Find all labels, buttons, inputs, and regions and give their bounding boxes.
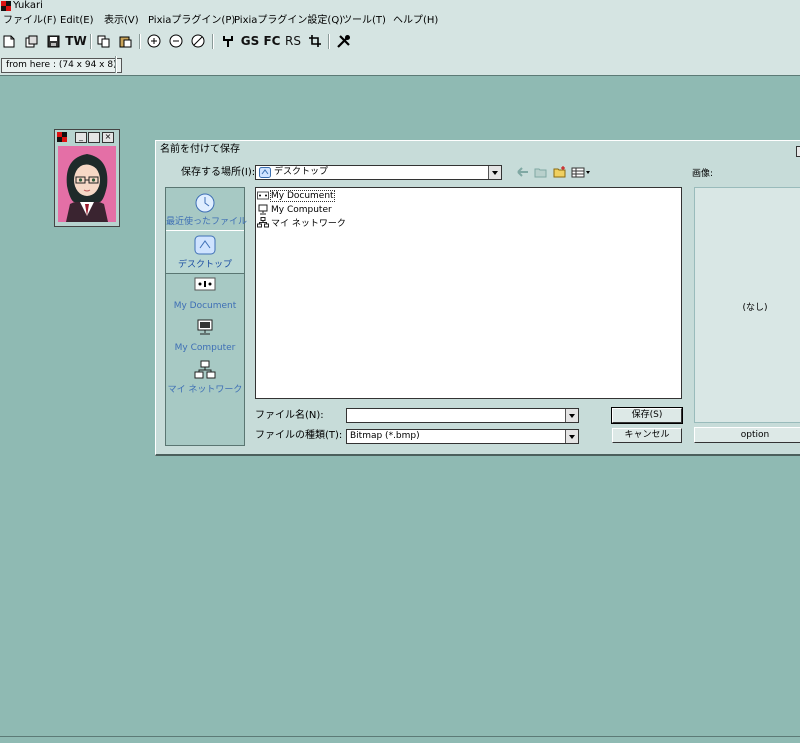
file-item-my-computer[interactable]: My Computer <box>257 203 332 216</box>
place-recent[interactable]: 最近使ったファイル <box>166 188 248 230</box>
my-documents-icon <box>257 191 269 200</box>
app-icon <box>1 1 11 11</box>
up-folder-icon[interactable] <box>534 165 547 179</box>
recent-icon <box>195 193 215 213</box>
new-folder-icon[interactable] <box>553 165 567 179</box>
status-separator <box>115 56 117 73</box>
my-documents-icon <box>194 277 216 291</box>
rs-button[interactable]: RS <box>284 33 302 49</box>
minimize-icon[interactable]: _ <box>75 132 87 143</box>
fc-button[interactable]: FC <box>263 33 281 49</box>
gs-button[interactable]: GS <box>240 33 260 49</box>
save-as-dialog: 名前を付けて保存 保存する場所(I): デスクトップ 最近使ったファイル デスク… <box>155 140 800 456</box>
paste-icon[interactable] <box>118 33 132 49</box>
my-computer-icon <box>258 204 268 215</box>
menu-pixia-plugin[interactable]: Pixiaプラグイン(P) <box>148 13 235 29</box>
toolbar-separator <box>212 34 214 49</box>
file-item-label: マイ ネットワーク <box>271 219 346 229</box>
save-icon[interactable] <box>46 33 60 49</box>
place-my-computer-label: My Computer <box>174 343 236 353</box>
desktop-icon <box>194 235 216 255</box>
place-my-computer[interactable]: My Computer <box>166 314 244 356</box>
chevron-down-icon[interactable] <box>488 166 501 179</box>
menu-edit[interactable]: Edit(E) <box>60 13 94 29</box>
close-icon[interactable]: × <box>102 132 114 143</box>
app-chrome: Yukari ファイル(F) Edit(E) 表示(V) Pixiaプラグイン(… <box>0 0 800 76</box>
place-network-label: マイ ネットワーク <box>167 385 243 395</box>
file-item-label: My Computer <box>271 204 332 215</box>
copy-icon[interactable] <box>96 33 110 49</box>
network-icon <box>257 217 269 228</box>
zoom-reset-icon[interactable] <box>190 33 206 49</box>
file-item-my-documents[interactable]: My Document <box>257 189 335 202</box>
menu-view[interactable]: 表示(V) <box>104 13 139 29</box>
menu-tools[interactable]: ツール(T) <box>342 13 386 29</box>
anime-girl-image <box>58 146 116 222</box>
option-button[interactable]: option <box>694 427 800 443</box>
dialog-title: 名前を付けて保存 <box>160 144 240 155</box>
filename-input[interactable] <box>346 408 579 423</box>
settings-tools-icon[interactable] <box>335 33 351 49</box>
thumbnail-titlebar[interactable]: _ × <box>55 130 119 144</box>
crop-icon[interactable] <box>307 33 323 49</box>
app-title: Yukari <box>13 0 43 11</box>
filetype-value: Bitmap (*.bmp) <box>350 431 420 441</box>
file-item-label: My Document <box>270 189 335 202</box>
toolbar: TW GS FC RS <box>0 31 800 51</box>
cancel-button[interactable]: キャンセル <box>612 428 682 443</box>
file-item-network[interactable]: マイ ネットワーク <box>257 216 346 229</box>
status-readout: from here : (74 x 94 x 8) <box>1 58 122 73</box>
save-in-label: 保存する場所(I): <box>181 167 256 178</box>
menu-pixia-plugin-settings[interactable]: Pixiaプラグイン設定(Q) <box>234 13 343 29</box>
zoom-in-icon[interactable] <box>146 33 162 49</box>
place-my-documents-label: My Document <box>173 301 237 311</box>
place-recent-label: 最近使ったファイル <box>166 217 248 227</box>
menu-help[interactable]: ヘルプ(H) <box>393 13 438 29</box>
chevron-down-icon[interactable] <box>565 430 578 443</box>
filetype-dropdown[interactable]: Bitmap (*.bmp) <box>346 429 579 444</box>
dialog-close-icon[interactable] <box>796 146 800 157</box>
network-icon <box>194 360 216 379</box>
chevron-down-icon[interactable] <box>565 409 578 422</box>
place-desktop-label: デスクトップ <box>177 260 232 270</box>
open-icon[interactable] <box>24 33 38 49</box>
menu-bar: ファイル(F) Edit(E) 表示(V) Pixiaプラグイン(P) Pixi… <box>0 13 800 29</box>
save-in-value: デスクトップ <box>274 167 329 177</box>
my-computer-icon <box>197 319 213 335</box>
maximize-icon[interactable] <box>88 132 100 143</box>
back-arrow-icon[interactable] <box>517 165 529 179</box>
place-network[interactable]: マイ ネットワーク <box>166 356 244 398</box>
places-bar: 最近使ったファイル デスクトップ My Document My Computer… <box>165 187 248 446</box>
toolbar-separator <box>90 34 92 49</box>
file-list[interactable]: My Document My Computer マイ ネットワーク <box>255 187 682 399</box>
title-bar: Yukari <box>0 0 800 12</box>
toolbar-separator <box>139 34 141 49</box>
plugin-tool-icon[interactable] <box>220 33 236 49</box>
new-file-icon[interactable] <box>2 33 16 49</box>
preview-label: 画像: <box>692 169 714 179</box>
app-icon <box>57 132 67 142</box>
view-menu-icon[interactable] <box>571 165 591 179</box>
filename-label: ファイル名(N): <box>255 410 324 421</box>
save-in-dropdown[interactable]: デスクトップ <box>255 165 502 180</box>
preview-none-text: (なし) <box>742 303 768 313</box>
toolbar-separator <box>328 34 330 49</box>
zoom-out-icon[interactable] <box>168 33 184 49</box>
save-button[interactable]: 保存(S) <box>611 407 683 424</box>
filetype-label: ファイルの種類(T): <box>255 430 343 441</box>
image-thumbnail-window[interactable]: _ × <box>54 129 120 227</box>
image-preview-panel: (なし) <box>694 187 800 423</box>
desktop-icon <box>259 167 271 178</box>
tw-button[interactable]: TW <box>65 33 86 49</box>
place-my-documents[interactable]: My Document <box>166 272 244 314</box>
menu-file[interactable]: ファイル(F) <box>3 13 57 29</box>
place-desktop[interactable]: デスクトップ <box>166 230 244 274</box>
